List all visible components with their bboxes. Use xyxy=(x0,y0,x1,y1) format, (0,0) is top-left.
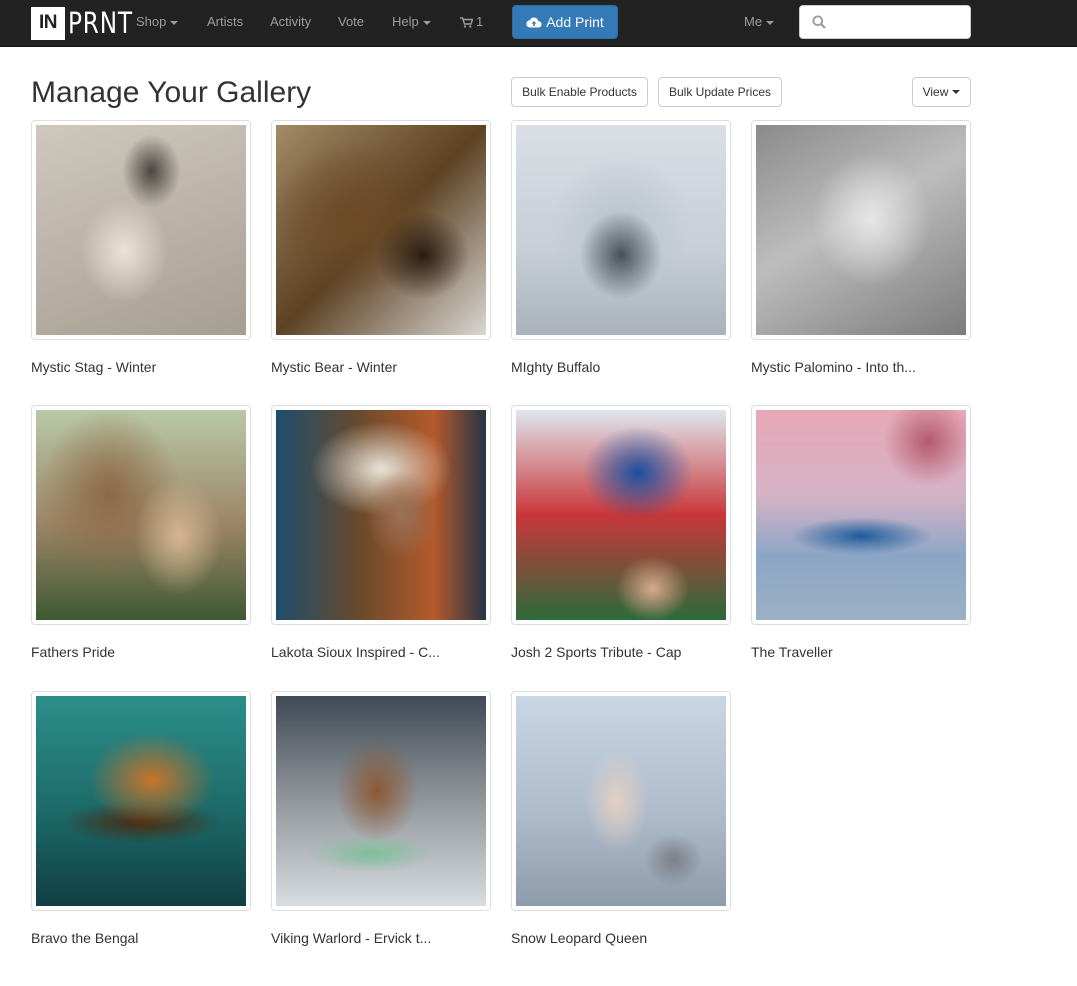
gallery-item[interactable]: Fathers Pride xyxy=(31,405,251,660)
artwork-thumbnail[interactable] xyxy=(751,405,971,625)
bulk-enable-products-button[interactable]: Bulk Enable Products xyxy=(511,77,648,107)
artwork-image xyxy=(516,125,726,335)
view-dropdown-button[interactable]: View xyxy=(912,77,971,107)
artwork-image xyxy=(516,410,726,620)
artwork-title[interactable]: Josh 2 Sports Tribute - Cap xyxy=(511,644,731,660)
artwork-title[interactable]: Lakota Sioux Inspired - C... xyxy=(271,644,491,660)
gallery-item[interactable]: Snow Leopard Queen xyxy=(511,691,731,946)
nav-me-label: Me xyxy=(744,14,763,29)
cart-icon xyxy=(460,17,473,28)
search-input[interactable] xyxy=(834,10,966,34)
artwork-image xyxy=(36,125,246,335)
page-title: Manage Your Gallery xyxy=(31,76,312,109)
bulk-update-prices-button[interactable]: Bulk Update Prices xyxy=(658,77,782,107)
cloud-upload-icon xyxy=(526,17,542,28)
artwork-title[interactable]: Fathers Pride xyxy=(31,644,251,660)
nav-vote[interactable]: Vote xyxy=(338,0,364,44)
cart-count: 1 xyxy=(476,14,484,29)
gallery-item[interactable]: Mystic Palomino - Into th... xyxy=(751,120,971,375)
artwork-thumbnail[interactable] xyxy=(271,405,491,625)
gallery-item[interactable]: Lakota Sioux Inspired - C... xyxy=(271,405,491,660)
artwork-title[interactable]: MIghty Buffalo xyxy=(511,359,731,375)
artwork-title[interactable]: Viking Warlord - Ervick t... xyxy=(271,930,491,946)
artwork-image xyxy=(756,410,966,620)
nav-artists[interactable]: Artists xyxy=(207,0,243,44)
artwork-thumbnail[interactable] xyxy=(271,120,491,340)
artwork-thumbnail[interactable] xyxy=(751,120,971,340)
nav-shop-label: Shop xyxy=(136,14,167,29)
logo-text: PRNT xyxy=(68,5,133,40)
view-label: View xyxy=(922,85,949,99)
gallery-item[interactable]: Josh 2 Sports Tribute - Cap xyxy=(511,405,731,660)
artwork-image xyxy=(756,125,966,335)
nav-help-label: Help xyxy=(392,14,419,29)
artwork-image xyxy=(516,696,726,906)
artwork-thumbnail[interactable] xyxy=(31,405,251,625)
nav-shop-dropdown[interactable]: Shop xyxy=(136,0,179,44)
search-box xyxy=(799,5,971,39)
artwork-title[interactable]: Bravo the Bengal xyxy=(31,930,251,946)
gallery-item[interactable]: Mystic Bear - Winter xyxy=(271,120,491,375)
gallery-item[interactable]: Viking Warlord - Ervick t... xyxy=(271,691,491,946)
chevron-down-icon xyxy=(952,90,961,94)
artwork-thumbnail[interactable] xyxy=(511,691,731,911)
artwork-image xyxy=(36,696,246,906)
add-print-button[interactable]: Add Print xyxy=(512,5,618,39)
artwork-thumbnail[interactable] xyxy=(31,120,251,340)
artwork-title[interactable]: Snow Leopard Queen xyxy=(511,930,731,946)
nav-me-dropdown[interactable]: Me xyxy=(744,0,775,44)
inprnt-logo[interactable]: IN PRNT xyxy=(31,6,149,40)
artwork-thumbnail[interactable] xyxy=(511,120,731,340)
search-icon xyxy=(812,15,826,29)
artwork-thumbnail[interactable] xyxy=(31,691,251,911)
gallery-item[interactable]: MIghty Buffalo xyxy=(511,120,731,375)
nav-help-dropdown[interactable]: Help xyxy=(392,0,431,44)
nav-activity[interactable]: Activity xyxy=(270,0,311,44)
artwork-image xyxy=(276,125,486,335)
artwork-title[interactable]: Mystic Stag - Winter xyxy=(31,359,251,375)
artwork-title[interactable]: The Traveller xyxy=(751,644,971,660)
chevron-down-icon xyxy=(170,20,179,25)
gallery-item[interactable]: Mystic Stag - Winter xyxy=(31,120,251,375)
logo-box: IN xyxy=(31,6,65,40)
artwork-title[interactable]: Mystic Palomino - Into th... xyxy=(751,359,971,375)
artwork-image xyxy=(36,410,246,620)
artwork-image xyxy=(276,410,486,620)
add-print-label: Add Print xyxy=(546,14,604,30)
nav-cart[interactable]: 1 xyxy=(460,0,483,44)
gallery-item[interactable]: Bravo the Bengal xyxy=(31,691,251,946)
top-navbar: IN PRNT Shop Artists Activity Vote Help … xyxy=(0,0,1077,47)
gallery-item[interactable]: The Traveller xyxy=(751,405,971,660)
chevron-down-icon xyxy=(422,20,431,25)
artwork-thumbnail[interactable] xyxy=(511,405,731,625)
chevron-down-icon xyxy=(766,20,775,25)
artwork-image xyxy=(276,696,486,906)
artwork-title[interactable]: Mystic Bear - Winter xyxy=(271,359,491,375)
artwork-thumbnail[interactable] xyxy=(271,691,491,911)
